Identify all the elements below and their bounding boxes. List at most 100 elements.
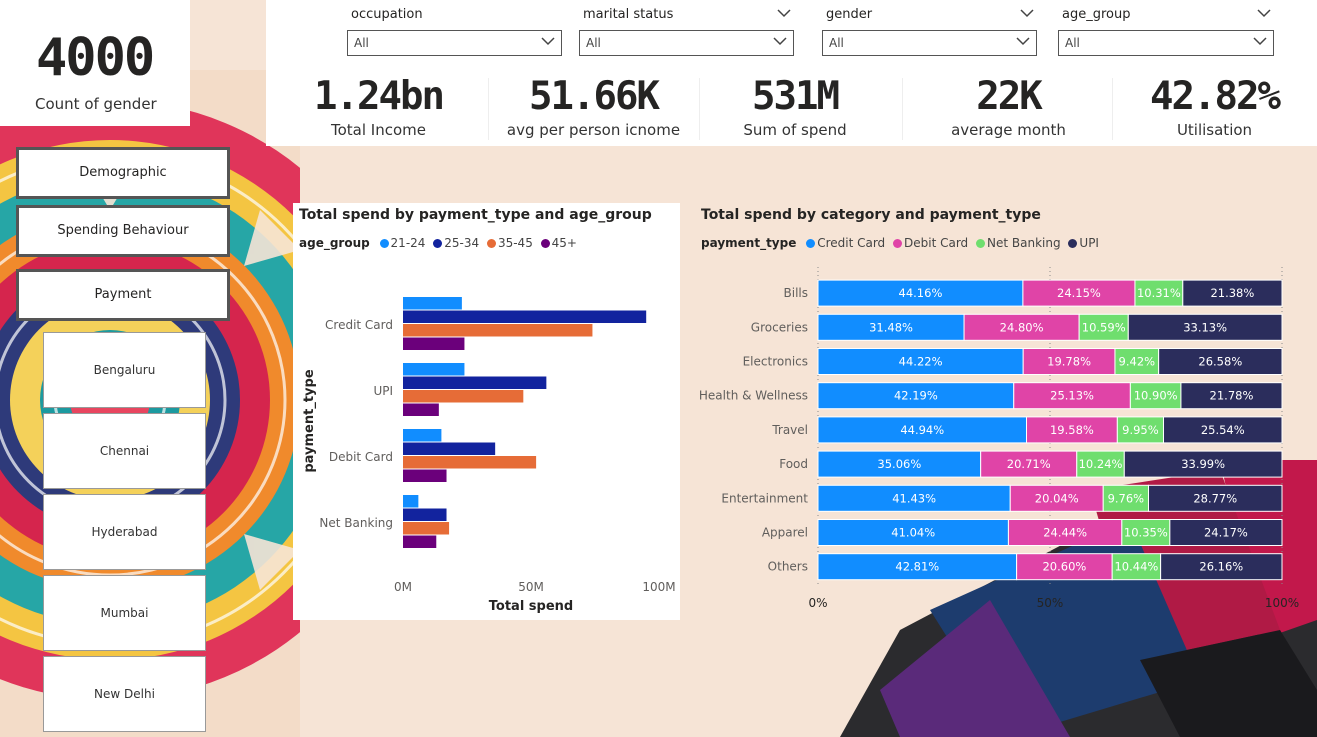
bar xyxy=(403,522,450,535)
bar xyxy=(403,390,524,403)
kpi-total-income: 1.24bn Total Income xyxy=(276,58,481,146)
category-label: Travel xyxy=(771,423,808,437)
kpi-label: average month xyxy=(951,121,1066,139)
data-label: 41.43% xyxy=(892,491,936,505)
data-label: 28.77% xyxy=(1193,491,1237,505)
chevron-down-icon[interactable] xyxy=(777,8,791,18)
data-label: 44.16% xyxy=(899,286,943,300)
data-label: 10.35% xyxy=(1124,526,1168,540)
count-value: 4000 xyxy=(36,28,155,88)
y-axis-label: payment_type xyxy=(302,369,317,472)
city-button-new-delhi[interactable]: New Delhi xyxy=(43,656,206,732)
kpi-strip: 1.24bn Total Income 51.66K avg per perso… xyxy=(266,58,1317,146)
spend-by-payment-age-chart: Total spend by payment_type and age_grou… xyxy=(293,203,680,620)
button-label: Spending Behaviour xyxy=(57,223,189,238)
dropdown-value: All xyxy=(586,36,601,50)
chevron-down-icon[interactable] xyxy=(1020,8,1034,18)
chevron-down-icon[interactable] xyxy=(1257,8,1271,18)
kpi-label: avg per person icnome xyxy=(506,121,681,139)
kpi-value: 51.66K xyxy=(529,74,660,119)
spend-by-category-payment-chart: Total spend by category and payment_type… xyxy=(695,203,1300,618)
category-label: Groceries xyxy=(751,320,808,334)
button-label: New Delhi xyxy=(94,687,155,701)
data-label: 19.58% xyxy=(1050,423,1094,437)
data-label: 9.76% xyxy=(1108,491,1145,505)
data-label: 35.06% xyxy=(877,457,921,471)
button-label: Payment xyxy=(94,287,152,302)
data-label: 20.60% xyxy=(1042,560,1086,574)
kpi-avg-per-person-income: 51.66K avg per person icnome xyxy=(491,58,696,146)
x-tick-label: 100% xyxy=(1265,596,1299,610)
x-tick-label: 100M xyxy=(642,580,675,594)
kpi-value: 531M xyxy=(752,74,840,119)
filter-age-group: age_group All xyxy=(1058,4,1274,56)
data-label: 26.16% xyxy=(1199,560,1243,574)
x-tick-label: 0% xyxy=(808,596,827,610)
gender-dropdown[interactable]: All xyxy=(822,30,1037,56)
filter-marital-status: marital status All xyxy=(579,4,794,56)
bar xyxy=(403,429,442,442)
bar xyxy=(403,495,419,508)
city-button-hyderabad[interactable]: Hyderabad xyxy=(43,494,206,570)
category-label: Debit Card xyxy=(329,450,393,464)
bar xyxy=(403,376,547,389)
category-label: Health & Wellness xyxy=(699,389,808,403)
data-label: 33.99% xyxy=(1181,457,1225,471)
chevron-down-icon xyxy=(773,37,787,46)
category-label: Apparel xyxy=(762,526,808,540)
category-label: Electronics xyxy=(743,355,808,369)
kpi-utilisation: 42.82% Utilisation xyxy=(1112,58,1317,146)
chevron-down-icon xyxy=(1253,37,1267,46)
data-label: 33.13% xyxy=(1183,320,1227,334)
kpi-value: 1.24bn xyxy=(314,74,445,119)
filter-gender: gender All xyxy=(822,4,1037,56)
bar xyxy=(403,508,447,521)
kpi-average-month: 22K average month xyxy=(906,58,1111,146)
occupation-dropdown[interactable]: All xyxy=(347,30,562,56)
dropdown-value: All xyxy=(354,36,369,50)
spending-behaviour-button[interactable]: Spending Behaviour xyxy=(16,205,230,257)
bar xyxy=(403,403,439,416)
category-label: UPI xyxy=(373,384,393,398)
data-label: 10.90% xyxy=(1134,389,1178,403)
city-button-chennai[interactable]: Chennai xyxy=(43,413,206,489)
count-label: Count of gender xyxy=(35,95,157,113)
age-group-dropdown[interactable]: All xyxy=(1058,30,1274,56)
kpi-divider xyxy=(488,78,489,140)
data-label: 31.48% xyxy=(869,320,913,334)
data-label: 24.17% xyxy=(1204,526,1248,540)
kpi-divider xyxy=(902,78,903,140)
data-label: 42.19% xyxy=(894,389,938,403)
data-label: 10.44% xyxy=(1114,560,1158,574)
city-button-bengaluru[interactable]: Bengaluru xyxy=(43,332,206,408)
demographic-button[interactable]: Demographic xyxy=(16,147,230,199)
data-label: 9.42% xyxy=(1119,355,1156,369)
data-label: 10.31% xyxy=(1137,286,1181,300)
data-label: 44.22% xyxy=(899,355,943,369)
category-label: Bills xyxy=(784,286,809,300)
data-label: 21.78% xyxy=(1210,389,1254,403)
payment-button[interactable]: Payment xyxy=(16,269,230,321)
filter-occupation: occupation All xyxy=(347,4,562,56)
bar xyxy=(403,337,465,350)
chevron-down-icon xyxy=(541,37,555,46)
filter-title: gender xyxy=(826,7,873,22)
x-tick-label: 0M xyxy=(394,580,412,594)
marital-status-dropdown[interactable]: All xyxy=(579,30,794,56)
x-axis-label: Total spend xyxy=(489,599,573,614)
filter-title: occupation xyxy=(351,7,423,22)
kpi-value: 42.82% xyxy=(1150,74,1281,119)
data-label: 24.80% xyxy=(1000,320,1044,334)
data-label: 44.94% xyxy=(900,423,944,437)
filter-bar: occupation All marital status All gender… xyxy=(266,0,1317,58)
filter-title: age_group xyxy=(1062,7,1131,22)
button-label: Demographic xyxy=(79,165,167,180)
dropdown-value: All xyxy=(829,36,844,50)
bar xyxy=(403,324,593,337)
data-label: 10.24% xyxy=(1079,457,1123,471)
category-label: Net Banking xyxy=(319,516,393,530)
bar xyxy=(403,297,462,310)
bar xyxy=(403,456,537,469)
city-button-mumbai[interactable]: Mumbai xyxy=(43,575,206,651)
data-label: 42.81% xyxy=(895,560,939,574)
